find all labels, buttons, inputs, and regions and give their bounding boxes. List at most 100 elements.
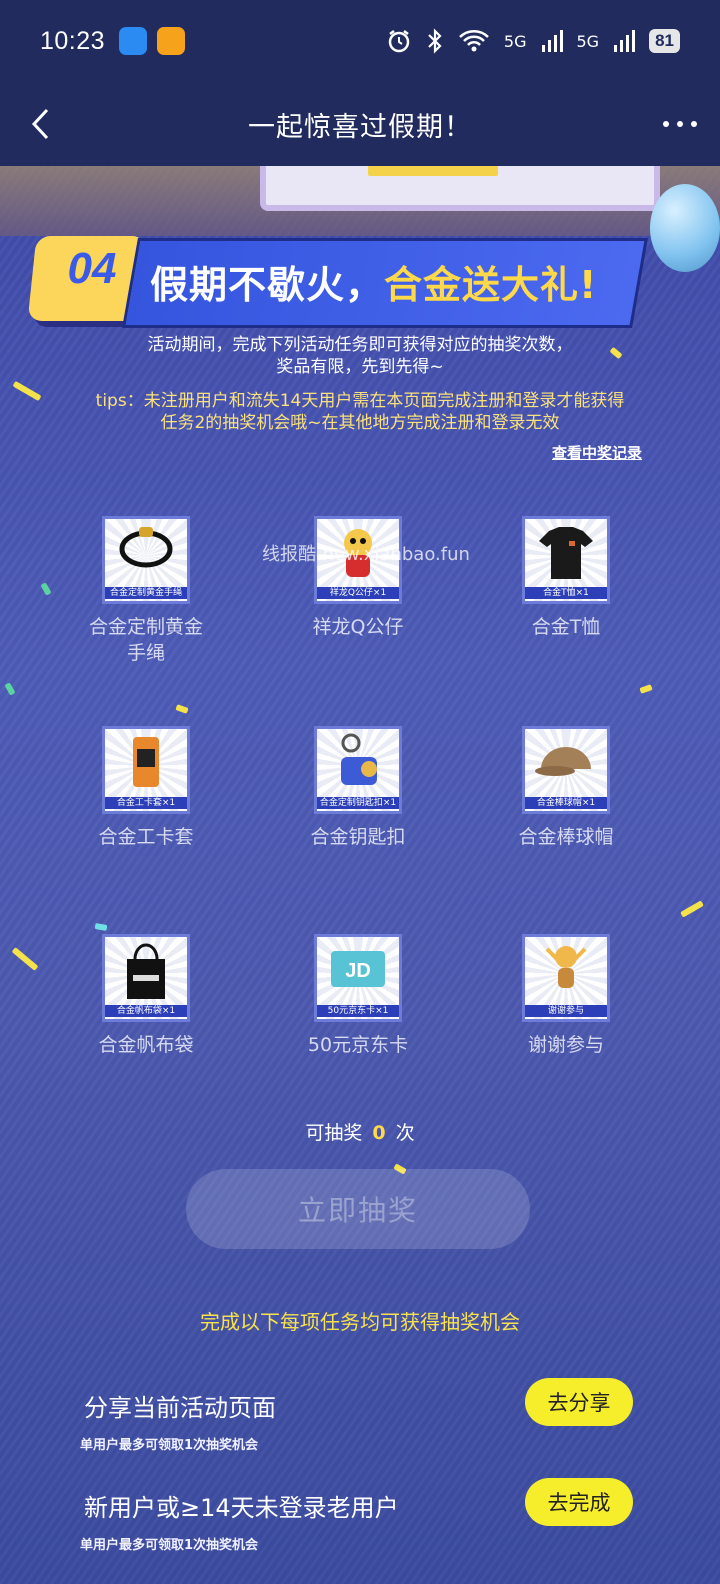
prize-name: 合金帆布袋: [46, 1032, 246, 1058]
tote-bag-icon: [127, 943, 165, 999]
prize-caption: 合金定制黄金手绳: [105, 587, 187, 599]
prize-name-line: 合金钥匙扣: [310, 826, 406, 848]
cell-signal-icon: [614, 30, 636, 52]
activity-description: 活动期间，完成下列活动任务即可获得对应的抽奖次数， 奖品有限，先到先得~: [0, 334, 720, 378]
background-texture: [0, 166, 720, 1584]
more-options-button[interactable]: [658, 102, 702, 146]
prize-name-line: 合金工卡套: [98, 826, 194, 848]
prize-caption: 合金棒球帽×1: [525, 797, 607, 809]
prize-image: 合金定制钥匙扣×1: [314, 726, 402, 814]
prize-image: 合金棒球帽×1: [522, 726, 610, 814]
status-time: 10:23: [40, 26, 106, 55]
status-bar: 10:23 5G 5G 81: [0, 0, 720, 82]
banner-accent: [368, 166, 498, 176]
cell-signal-icon: [541, 30, 563, 52]
prize-name-line: 手绳: [126, 642, 165, 664]
task-item: 分享当前活动页面 单用户最多可领取1次抽奖机会 去分享: [0, 1378, 720, 1478]
complete-task-button[interactable]: 去完成: [525, 1478, 633, 1526]
bracelet-icon: [119, 527, 173, 568]
prize-name-line: 谢谢参与: [527, 1034, 604, 1056]
prize-name: 合金T恤: [466, 614, 666, 640]
prize-image: 合金工卡套×1: [102, 726, 190, 814]
app-notification-icon: [119, 27, 148, 55]
back-button[interactable]: [18, 102, 62, 146]
draw-count-value: 0: [372, 1122, 386, 1144]
prize-name: 合金定制黄金 手绳: [46, 614, 246, 666]
task-note: 单用户最多可领取1次抽奖机会: [80, 1538, 259, 1553]
prize-name-line: 合金帆布袋: [98, 1034, 194, 1056]
prize-name-line: 祥龙Q公仔: [312, 616, 404, 638]
prize-name: 合金工卡套: [46, 824, 246, 850]
prize-item: 祥龙Q公仔×1 祥龙Q公仔: [258, 516, 458, 640]
chevron-left-icon: [31, 108, 49, 140]
signal-5g-label: 5G: [576, 31, 600, 51]
prize-item: 合金T恤×1 合金T恤: [466, 516, 666, 640]
prize-caption: 谢谢参与: [525, 1005, 607, 1017]
status-app-icons: [119, 27, 186, 55]
baseball-cap-icon: [535, 747, 591, 776]
tips-text: tips：未注册用户和流失14天用户需在本页面完成注册和登录才能获得 任务2的抽…: [0, 390, 720, 434]
prize-image: 合金帆布袋×1: [102, 934, 190, 1022]
app-notification-icon: [157, 27, 186, 55]
balloon-decoration: [650, 184, 720, 272]
prize-item: JD 50元京东卡×1 50元京东卡: [258, 934, 458, 1058]
wifi-icon: [459, 30, 489, 52]
prize-caption: 祥龙Q公仔×1: [317, 587, 399, 599]
share-button[interactable]: 去分享: [525, 1378, 633, 1426]
tips-line: tips：未注册用户和流失14天用户需在本页面完成注册和登录才能获得: [95, 391, 625, 411]
description-line: 奖品有限，先到先得~: [276, 357, 444, 377]
prize-name: 合金钥匙扣: [258, 824, 458, 850]
section-title-part2: 合金送大礼!: [384, 263, 598, 307]
prize-name: 50元京东卡: [258, 1032, 458, 1058]
prize-image: 谢谢参与: [522, 934, 610, 1022]
prize-item: 合金定制黄金手绳 合金定制黄金 手绳: [46, 516, 246, 666]
status-indicators: 5G 5G 81: [386, 28, 680, 54]
gift-card-icon: JD: [331, 951, 385, 987]
prize-caption: 合金帆布袋×1: [105, 1005, 187, 1017]
prize-item: 合金定制钥匙扣×1 合金钥匙扣: [258, 726, 458, 850]
prize-image: 合金T恤×1: [522, 516, 610, 604]
task-title: 分享当前活动页面: [84, 1394, 276, 1422]
nav-bar: 一起惊喜过假期！: [0, 82, 720, 166]
prize-name: 祥龙Q公仔: [258, 614, 458, 640]
signal-5g-label: 5G: [503, 31, 527, 51]
prize-item: 合金棒球帽×1 合金棒球帽: [466, 726, 666, 850]
task-note: 单用户最多可领取1次抽奖机会: [80, 1438, 259, 1453]
section-title: 假期不歇火，合金送大礼!: [150, 254, 597, 309]
draw-count-prefix: 可抽奖: [305, 1122, 363, 1144]
prize-name-line: 合金棒球帽: [518, 826, 614, 848]
tips-line: 任务2的抽奖机会哦~在其他地方完成注册和登录无效: [160, 413, 560, 433]
prize-name: 谢谢参与: [466, 1032, 666, 1058]
page-title: 一起惊喜过假期！: [248, 111, 472, 143]
alarm-icon: [388, 30, 410, 53]
prize-name: 合金棒球帽: [466, 824, 666, 850]
prize-name-line: 合金定制黄金: [88, 616, 203, 638]
draw-now-button[interactable]: 立即抽奖: [186, 1169, 530, 1249]
watermark-text: 线报酷-new.xianbao.fun: [262, 544, 470, 565]
section-title-part1: 假期不歇火，: [150, 263, 385, 307]
task-title: 新用户或≥14天未登录老用户: [84, 1494, 399, 1522]
prize-caption: 合金工卡套×1: [105, 797, 187, 809]
prize-item: 合金帆布袋×1 合金帆布袋: [46, 934, 246, 1058]
keychain-icon: [341, 733, 377, 785]
task-item: 新用户或≥14天未登录老用户 单用户最多可领取1次抽奖机会 去完成: [0, 1478, 720, 1578]
battery-indicator: 81: [649, 29, 680, 53]
prize-name-line: 50元京东卡: [307, 1034, 409, 1056]
task-section-header: 完成以下每项任务均可获得抽奖机会: [200, 1310, 520, 1334]
prize-image: 合金定制黄金手绳: [102, 516, 190, 604]
section-number: 04: [67, 244, 117, 293]
view-winning-record-link[interactable]: 查看中奖记录: [552, 442, 642, 463]
thanks-mascot-icon: [545, 946, 587, 988]
prize-image: JD 50元京东卡×1: [314, 934, 402, 1022]
draw-count: 可抽奖 0 次: [0, 1118, 720, 1145]
description-line: 活动期间，完成下列活动任务即可获得对应的抽奖次数，: [147, 335, 573, 355]
prize-item: 合金工卡套×1 合金工卡套: [46, 726, 246, 850]
tshirt-icon: [539, 527, 593, 579]
more-dots-icon: [663, 121, 697, 127]
prize-caption: 合金定制钥匙扣×1: [317, 797, 399, 809]
prize-name-line: 合金T恤: [531, 616, 601, 638]
prize-caption: 50元京东卡×1: [317, 1005, 399, 1017]
svg-text:JD: JD: [345, 960, 371, 982]
prize-caption: 合金T恤×1: [525, 587, 607, 599]
activity-page: 04 假期不歇火，合金送大礼! 活动期间，完成下列活动任务即可获得对应的抽奖次数…: [0, 166, 720, 1584]
